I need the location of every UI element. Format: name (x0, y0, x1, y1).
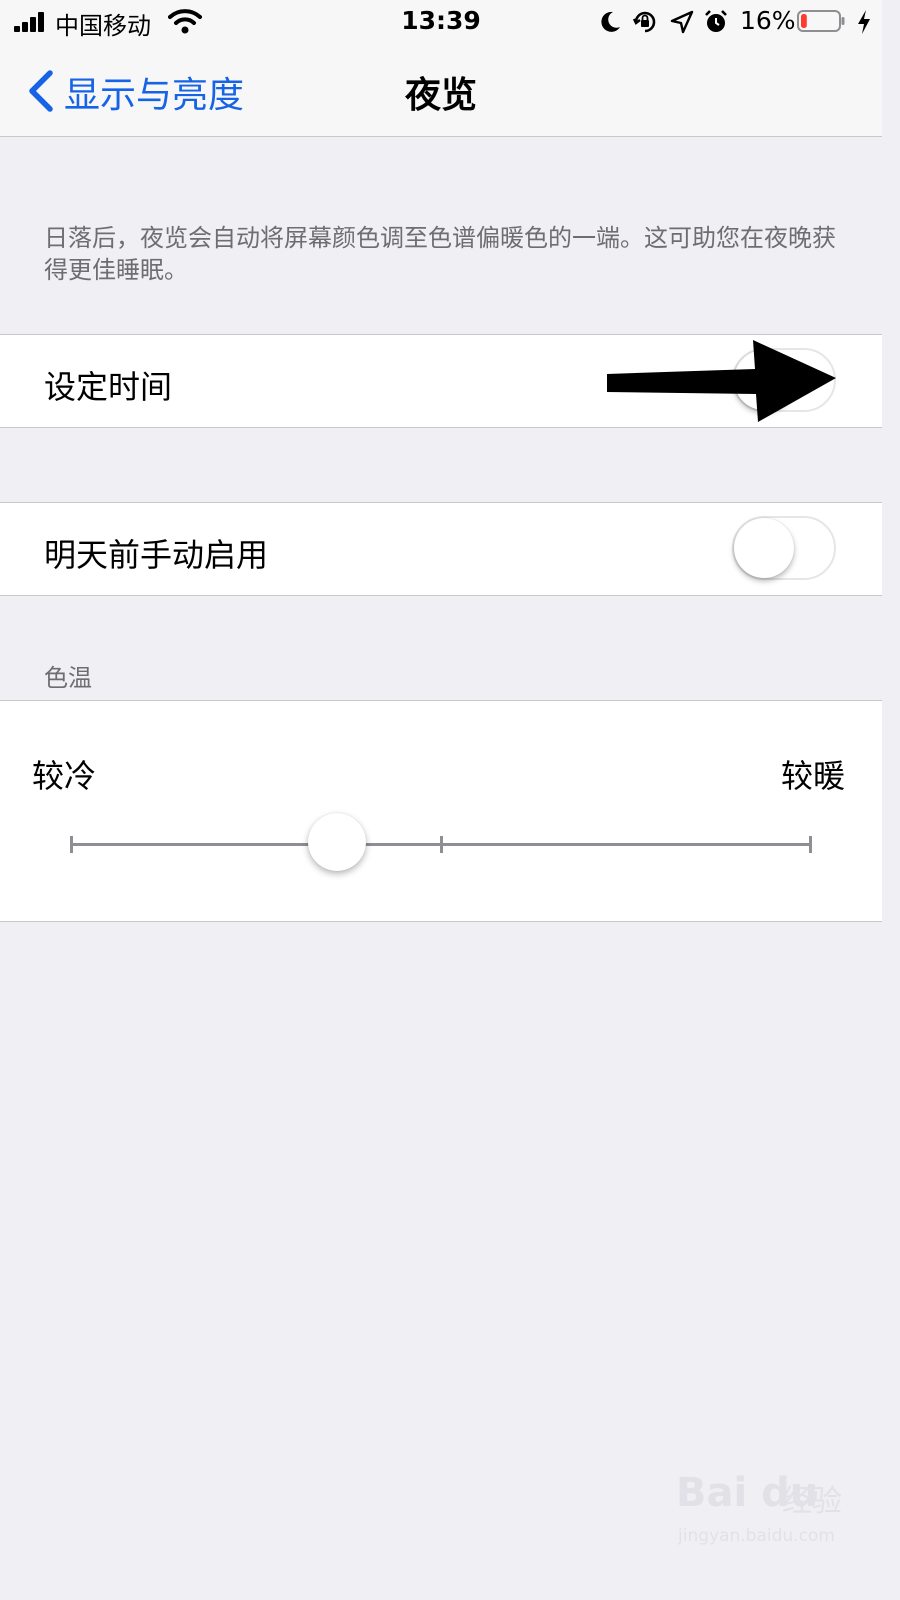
color-temperature-header: 色温 (44, 664, 92, 692)
more-warm-label: 较暖 (781, 757, 846, 795)
slider-tick-middle (440, 836, 443, 853)
navigation-bar: 显示与亮度 夜览 (0, 44, 882, 137)
orientation-lock-icon (632, 11, 656, 33)
color-temperature-thumb[interactable] (308, 813, 367, 871)
status-bar: 中国移动 13:39 16% (0, 0, 882, 44)
manual-enable-cell[interactable]: 明天前手动启用 (0, 502, 882, 596)
slider-tick-start (70, 836, 73, 853)
battery-icon (797, 10, 845, 32)
less-warm-label: 较冷 (32, 757, 97, 795)
moon-icon (601, 11, 620, 32)
page-title: 夜览 (404, 75, 477, 116)
location-icon (670, 10, 694, 34)
alarm-icon (705, 10, 727, 32)
scheduled-label: 设定时间 (44, 368, 173, 406)
battery-percentage: 16% (740, 6, 796, 35)
night-shift-screen: 中国移动 13:39 16% 显示与亮度 夜览 日落后，夜览会自动将屏幕颜色调至… (0, 0, 882, 1600)
manual-enable-toggle-knob (734, 518, 794, 578)
manual-enable-toggle[interactable] (732, 516, 836, 580)
watermark-url: jingyan.baidu.com (678, 1526, 835, 1546)
manual-enable-label: 明天前手动启用 (44, 536, 269, 574)
night-shift-description: 日落后，夜览会自动将屏幕颜色调至色谱偏暖色的一端。这可助您在夜晚获得更佳睡眠。 (44, 224, 836, 284)
slider-tick-end (809, 836, 812, 853)
watermark-brand: 经验 (782, 1484, 842, 1519)
annotation-arrow-icon (607, 340, 836, 422)
charging-icon (858, 10, 870, 34)
baidu-watermark: Bai du 经验 jingyan.baidu.com (672, 1470, 872, 1560)
color-temperature-cell: 较冷 较暖 (0, 700, 882, 922)
